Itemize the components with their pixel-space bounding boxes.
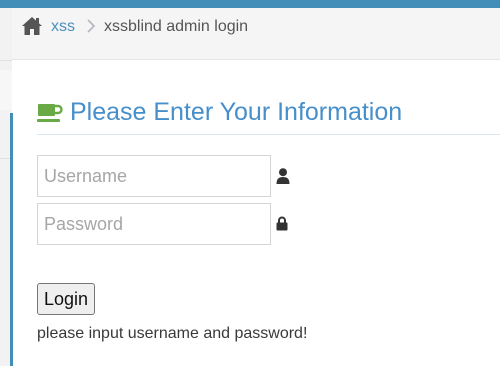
breadcrumb-link-xss[interactable]: xss bbox=[51, 16, 75, 38]
user-icon bbox=[276, 168, 290, 184]
lock-icon bbox=[276, 216, 288, 231]
top-navbar bbox=[0, 0, 500, 8]
page-title: Please Enter Your Information bbox=[70, 98, 403, 126]
sidebar-item[interactable] bbox=[0, 70, 12, 110]
chevron-right-icon bbox=[87, 19, 96, 33]
home-icon[interactable] bbox=[21, 16, 43, 36]
breadcrumb-current: xssblind admin login bbox=[104, 18, 249, 35]
coffee-cup-icon bbox=[37, 104, 63, 122]
login-button[interactable]: Login bbox=[37, 283, 96, 315]
page-header: Please Enter Your Information bbox=[37, 96, 500, 135]
content-accent-bar bbox=[10, 113, 13, 366]
status-message: please input username and password! bbox=[37, 325, 308, 342]
breadcrumb bbox=[12, 8, 500, 60]
sidebar-divider bbox=[0, 60, 12, 61]
page: xss xssblind admin login Please Enter Yo… bbox=[0, 0, 500, 366]
password-input[interactable] bbox=[37, 203, 271, 245]
username-input[interactable] bbox=[37, 155, 271, 197]
